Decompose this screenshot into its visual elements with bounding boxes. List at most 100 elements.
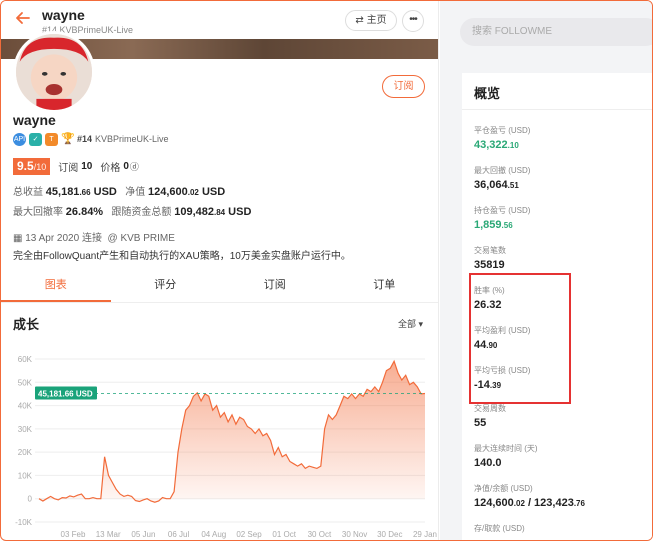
metric-value: 124,600.02 / 123,423.76 (474, 497, 585, 509)
follow-funds-cents: .84 (213, 208, 226, 217)
shield-badge-icon: ✓ (29, 132, 42, 146)
trophy-icon: 🏆 (61, 132, 75, 145)
metric-label: 存/取款 (USD) (474, 524, 525, 533)
metric-value-main: 1,859 (474, 219, 502, 231)
tab-orders[interactable]: 订单 (330, 269, 439, 302)
y-tick-label: 20K (18, 448, 33, 457)
growth-chart: 45,181.66 USD 60K 50K 40K 30K 20K 10K 0 -10K 03… (1, 341, 438, 540)
metric-value: 43,322.10 (474, 139, 530, 151)
metric-label: 最大回撤 (USD) (474, 166, 531, 175)
metric-value-cents: .02 (513, 499, 525, 508)
metric-value-main: 124,600 (474, 497, 514, 509)
growth-chart-svg: 45,181.66 USD 60K 50K 40K 30K 20K 10K 0 -10K 03… (15, 355, 437, 539)
metric-trade-weeks: 交易周数 55 (474, 403, 506, 429)
search-input[interactable]: 搜索 FOLLOWME (460, 18, 652, 46)
overview-sidebar: 搜索 FOLLOWME 概览 平仓盈亏 (USD) 43,322.10 最大回撤… (440, 1, 652, 540)
more-button[interactable]: ••• (402, 10, 424, 32)
metric-label: 最大连续时间 (天) (474, 444, 538, 453)
y-tick-label: 40K (18, 402, 33, 411)
x-tick-label: 01 Oct (272, 530, 296, 539)
metric-max-drawdown: 最大回撤 (USD) 36,064.51 (474, 165, 530, 191)
subs-label: 订阅 (58, 163, 79, 174)
y-tick-label: 0 (28, 495, 33, 504)
total-profit-value: 45,181 (45, 186, 80, 198)
profit-equity-line: 总收益 45,181.66 USD 净值 124,600.02 USD (13, 183, 225, 198)
trader-profile-panel: wayne #14 KVBPrimeUK-Live ⇄ 主页 ••• 订阅 wa… (1, 1, 439, 540)
metric-label: 持仓盈亏 (USD) (474, 206, 531, 215)
header-username: wayne (42, 7, 85, 23)
page-frame: wayne #14 KVBPrimeUK-Live ⇄ 主页 ••• 订阅 wa… (0, 0, 653, 541)
metric-label: 交易笔数 (474, 246, 506, 255)
follow-funds-unit: USD (228, 206, 252, 218)
metric-max-duration: 最大连续时间 (天) 140.0 (474, 443, 538, 469)
at-icon: @ (107, 233, 118, 244)
metric-equity-balance: 净值/余额 (USD) 124,600.02 / 123,423.76 (474, 483, 585, 509)
tab-bar: 图表 评分 订阅 订单 (1, 269, 439, 303)
divider (462, 109, 652, 110)
follow-funds-value: 109,482 (174, 206, 214, 218)
connection-date-line: ▦ 13 Apr 2020 连接 @ KVB PRIME (13, 229, 175, 244)
metric-deposit-withdraw: 存/取款 (USD) (474, 523, 525, 534)
home-button[interactable]: ⇄ 主页 (345, 10, 397, 31)
metric-value-cents: .56 (501, 221, 513, 230)
tab-subscription[interactable]: 订阅 (220, 269, 330, 302)
x-tick-label: 13 Mar (96, 530, 121, 539)
badge-row: API ✓ T 🏆 #14 KVBPrimeUK-Live (13, 132, 169, 146)
x-tick-label: 30 Dec (377, 530, 402, 539)
x-tick-label: 05 Jun (131, 530, 155, 539)
rating-scale: /10 (33, 162, 47, 172)
rating-row: 9.5/10 订阅 10 价格 0 ⓓ (13, 158, 139, 175)
max-drawdown-value: 26.84% (65, 206, 104, 218)
metric-value-main: 36,064 (474, 179, 508, 191)
y-tick-label: 30K (18, 425, 33, 434)
metric-value-suffix: / 123,423 (524, 497, 574, 509)
chart-title: 成长 (13, 317, 40, 332)
metric-value: 36,064.51 (474, 179, 530, 191)
current-value-label: 45,181.66 USD (38, 390, 93, 399)
metric-open-pnl: 持仓盈亏 (USD) 1,859.56 (474, 205, 530, 231)
metric-value: 55 (474, 417, 487, 429)
metric-label: 净值/余额 (USD) (474, 484, 533, 493)
metric-value-cents: .51 (507, 181, 519, 190)
x-tick-label: 30 Nov (342, 530, 367, 539)
metric-value-main: 43,322 (474, 139, 508, 151)
x-tick-label: 06 Jul (168, 530, 190, 539)
overview-title: 概览 (474, 86, 501, 101)
equity-label: 净值 (125, 187, 146, 198)
api-badge-icon: API (13, 132, 26, 146)
tab-chart[interactable]: 图表 (1, 269, 111, 302)
metric-value: 140.0 (474, 457, 502, 469)
follow-funds-label: 跟随资金总额 (111, 207, 172, 218)
y-tick-label: 10K (18, 471, 33, 480)
metric-value-suffix-cents: .76 (573, 499, 585, 508)
profile-username: wayne (13, 112, 56, 128)
total-profit-cents: .66 (79, 188, 91, 197)
calendar-icon: ▦ (13, 233, 23, 244)
drawdown-funds-line: 最大回撤率 26.84% 跟随资金总额 109,482.84 USD (13, 203, 251, 218)
info-icon[interactable]: ⓓ (130, 160, 139, 173)
t-badge-icon: T (45, 132, 58, 146)
rating-badge: 9.5/10 (13, 158, 51, 175)
total-profit-label: 总收益 (13, 187, 43, 198)
price-value: 0 (123, 161, 129, 172)
rank-label: #14 (77, 134, 93, 144)
rating-value: 9.5 (17, 159, 34, 173)
metric-closed-pnl: 平仓盈亏 (USD) 43,322.10 (474, 125, 530, 151)
chart-range-dropdown[interactable]: 全部 ▾ (398, 317, 423, 330)
price-label: 价格 (100, 163, 121, 174)
connection-date: 13 Apr 2020 连接 (25, 233, 102, 244)
metric-value-cents: .10 (507, 141, 519, 150)
subscribe-button[interactable]: 订阅 (382, 75, 425, 98)
equity-value: 124,600 (147, 186, 188, 198)
tab-rating[interactable]: 评分 (111, 269, 221, 302)
account-label: KVBPrimeUK-Live (95, 134, 169, 144)
metric-label: 交易周数 (474, 404, 506, 413)
strategy-description: 完全由FollowQuant产生和自动执行的XAU策略，10万美金实盘账户运行中… (13, 251, 351, 262)
x-tick-label: 02 Sep (236, 530, 262, 539)
back-arrow-icon[interactable] (15, 10, 31, 26)
metric-value: 1,859.56 (474, 219, 530, 231)
equity-cents: .02 (187, 188, 199, 197)
x-tick-label: 03 Feb (61, 530, 86, 539)
y-tick-label: -10K (15, 518, 33, 527)
broker-name: KVB PRIME (120, 233, 175, 244)
